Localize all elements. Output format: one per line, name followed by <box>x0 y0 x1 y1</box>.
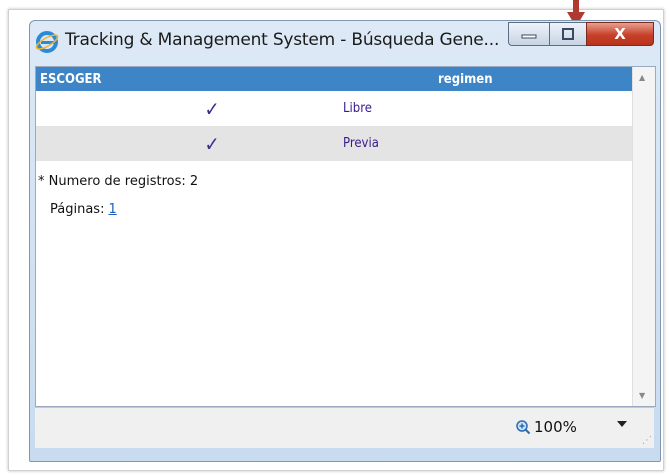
checkmark-icon[interactable]: ✓ <box>154 97 219 121</box>
results-table: ESCOGER regimen ✓ Libre ✓ Previa <box>36 67 632 161</box>
pagination: Páginas: 1 <box>50 202 117 217</box>
window-title: Tracking & Management System - Búsqueda … <box>65 30 500 50</box>
scroll-up-icon[interactable]: ▲ <box>639 73 645 82</box>
zoom-level: 100% <box>534 418 577 436</box>
close-icon: X <box>614 25 626 43</box>
popup-window: Tracking & Management System - Búsqueda … <box>29 20 661 462</box>
close-button[interactable]: X <box>586 22 654 46</box>
table-row[interactable]: ✓ Previa <box>36 126 632 161</box>
table-row[interactable]: ✓ Libre <box>36 91 632 126</box>
pages-label: Páginas: <box>50 202 105 217</box>
checkmark-icon[interactable]: ✓ <box>154 132 219 156</box>
maximize-icon <box>562 28 574 40</box>
zoom-icon <box>516 420 531 435</box>
internet-explorer-icon <box>35 31 59 53</box>
minimize-icon <box>521 34 537 39</box>
content-area: ESCOGER regimen ✓ Libre ✓ Previa * Numer… <box>35 66 656 407</box>
maximize-button[interactable] <box>549 22 587 46</box>
select-cell[interactable]: ✓ <box>36 91 338 126</box>
minimize-button[interactable] <box>508 22 550 46</box>
column-header-regimen[interactable]: regimen <box>338 67 632 91</box>
status-bar: 100% ⋰ <box>35 407 654 448</box>
table-header-row: ESCOGER regimen <box>36 67 632 91</box>
select-cell[interactable]: ✓ <box>36 126 338 161</box>
column-header-escoger[interactable]: ESCOGER <box>36 67 338 91</box>
regimen-cell: Previa <box>338 126 632 161</box>
zoom-control[interactable]: 100% <box>515 418 577 436</box>
page-link-1[interactable]: 1 <box>108 202 116 217</box>
vertical-scrollbar[interactable]: ▲ ▼ <box>632 67 655 406</box>
scroll-down-icon[interactable]: ▼ <box>639 391 645 400</box>
title-bar[interactable]: Tracking & Management System - Búsqueda … <box>30 21 660 59</box>
resize-grip-icon[interactable]: ⋰ <box>642 435 652 446</box>
record-count: * Numero de registros: 2 <box>38 174 199 189</box>
zoom-dropdown-icon[interactable] <box>617 421 627 427</box>
regimen-cell: Libre <box>343 101 372 116</box>
